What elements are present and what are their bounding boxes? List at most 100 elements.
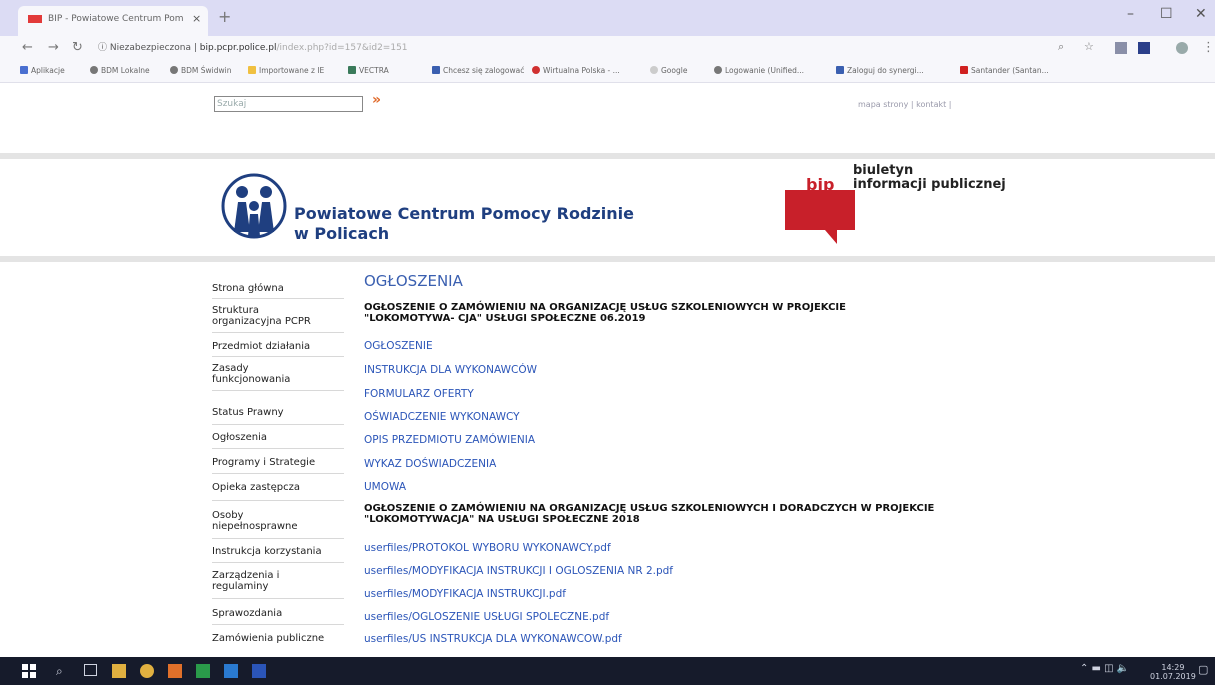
zoom-icon[interactable]: ⌕ [1058, 40, 1064, 54]
sidebar-divider [212, 332, 344, 333]
document-link[interactable]: OGŁOSZENIE [364, 340, 433, 352]
close-window-icon[interactable]: ✕ [1195, 6, 1207, 22]
apps-icon [20, 66, 28, 74]
wp-icon [532, 66, 540, 74]
bookmark-star-icon[interactable]: ☆ [1084, 40, 1094, 53]
profile-icon[interactable] [1176, 42, 1188, 54]
task-view-icon[interactable] [84, 664, 97, 676]
sidebar-divider [212, 562, 344, 563]
sidebar-item-przedmiot[interactable]: Przedmiot działania [212, 341, 342, 352]
sidebar-item-instrukcja[interactable]: Instrukcja korzystania [212, 546, 342, 557]
edge-icon[interactable] [224, 664, 238, 678]
file-explorer-icon[interactable] [112, 664, 126, 678]
search-go-button[interactable]: » [372, 92, 381, 108]
top-links[interactable]: mapa strony | kontakt | [858, 100, 951, 109]
pdf-link[interactable]: userfiles/MODYFIKACJA INSTRUKCJI I OGLOS… [364, 565, 673, 577]
header-divider [0, 153, 1215, 159]
word-icon[interactable] [252, 664, 266, 678]
reload-icon[interactable]: ↻ [72, 40, 83, 55]
sidebar-item-status[interactable]: Status Prawny [212, 407, 342, 418]
bip-wordmark: bip [806, 175, 835, 194]
sidebar-item-sprawozdania[interactable]: Sprawozdania [212, 608, 342, 619]
globe-icon [90, 66, 98, 74]
bookmarks-bar: Aplikacje BDM Lokalne BDM Świdwin Import… [0, 62, 1215, 83]
search-icon[interactable]: ⌕ [56, 664, 70, 678]
sidebar-divider [212, 298, 344, 299]
windows-start-icon[interactable] [22, 664, 36, 678]
bookmark-item[interactable]: Zaloguj do synergi... [836, 66, 924, 75]
bip-label: biuletyn informacji publicznej [853, 163, 1006, 192]
url-field[interactable]: ⓘ Niezabezpieczona | bip.pcpr.police.pl/… [98, 39, 1098, 58]
pdf-link[interactable]: userfiles/PROTOKOL WYBORU WYKONAWCY.pdf [364, 542, 611, 554]
sidebar-divider [212, 448, 344, 449]
new-tab-button[interactable]: + [218, 7, 231, 26]
forward-icon[interactable]: → [48, 40, 59, 55]
bookmark-item[interactable]: Wirtualna Polska - ... [532, 66, 620, 75]
tab-close-icon[interactable]: × [192, 6, 201, 32]
sidebar-divider [212, 424, 344, 425]
sidebar-item-programy[interactable]: Programy i Strategie [212, 457, 342, 468]
sidebar-item-zasady[interactable]: Zasady funkcjonowania [212, 363, 292, 385]
bookmark-item[interactable]: BDM Świdwin [170, 66, 232, 75]
url-path: /index.php?id=157&id2=151 [276, 43, 408, 53]
excel-icon[interactable] [196, 664, 210, 678]
bookmark-item[interactable]: Importowane z IE [248, 66, 324, 75]
page-title: OGŁOSZENIA [364, 272, 463, 290]
clock[interactable]: 14:29 01.07.2019 [1150, 663, 1196, 681]
pdf-link[interactable]: userfiles/US INSTRUKCJA DLA WYKONAWCOW.p… [364, 633, 622, 645]
bookmark-item[interactable]: Santander (Santan... [960, 66, 1049, 75]
bookmark-item[interactable]: Logowanie (Unified... [714, 66, 804, 75]
pcpr-logo-icon [221, 173, 287, 239]
header-divider [0, 256, 1215, 262]
sidebar-divider [212, 390, 344, 391]
sidebar-item-zamowienia[interactable]: Zamówienia publiczne [212, 633, 342, 644]
minimize-icon[interactable]: – [1127, 6, 1134, 22]
security-label: Niezabezpieczona [109, 43, 192, 53]
globe-icon [170, 66, 178, 74]
info-icon: ⓘ [98, 43, 110, 53]
document-link[interactable]: INSTRUKCJA DLA WYKONAWCÓW [364, 364, 537, 376]
document-link[interactable]: OPIS PRZEDMIOTU ZAMÓWIENIA [364, 434, 535, 446]
sidebar-divider [212, 598, 344, 599]
windows-taskbar: ⌕ ⌃ ▬ ◫ 🔈 14:29 01.07.2019 ▢ [0, 657, 1215, 685]
sidebar-item-zarzadzenia[interactable]: Zarządzenia i regulaminy [212, 570, 292, 592]
browser-tab[interactable]: BIP - Powiatowe Centrum Pomo × [18, 6, 208, 36]
system-tray-icons[interactable]: ⌃ ▬ ◫ 🔈 [1080, 663, 1129, 674]
document-link[interactable]: UMOWA [364, 481, 406, 493]
bip-favicon-icon [28, 15, 42, 23]
sidebar-divider [212, 624, 344, 625]
document-link[interactable]: WYKAZ DOŚWIADCZENIA [364, 458, 496, 470]
login-icon [432, 66, 440, 74]
sidebar-divider [212, 473, 344, 474]
google-icon [650, 66, 658, 74]
sidebar-divider [212, 356, 344, 357]
org-name: Powiatowe Centrum Pomocy Rodzinie w Poli… [294, 204, 634, 243]
sidebar-item-struktura[interactable]: Struktura organizacyjna PCPR [212, 305, 312, 327]
extension-icon[interactable] [1138, 42, 1150, 54]
sidebar-item-ogloszenia[interactable]: Ogłoszenia [212, 432, 342, 443]
bookmark-item[interactable]: Chcesz się zalogować [432, 66, 524, 75]
bookmark-item[interactable]: Google [650, 66, 687, 75]
document-link[interactable]: FORMULARZ OFERTY [364, 388, 474, 400]
document-link[interactable]: OŚWIADCZENIE WYKONAWCY [364, 411, 520, 423]
bookmark-item[interactable]: Aplikacje [20, 66, 65, 75]
pdf-link[interactable]: userfiles/MODYFIKACJA INSTRUKCJI.pdf [364, 588, 566, 600]
sidebar-item-strona-glowna[interactable]: Strona główna [212, 283, 342, 294]
chrome-icon[interactable] [140, 664, 154, 678]
back-icon[interactable]: ← [22, 40, 33, 55]
bookmark-item[interactable]: VECTRA [348, 66, 389, 75]
extension-icon[interactable] [1115, 42, 1127, 54]
sidebar-item-osoby[interactable]: Osoby niepełnosprawne [212, 510, 298, 532]
sidebar-item-opieka[interactable]: Opieka zastępcza [212, 482, 342, 493]
menu-icon[interactable]: ⋮ [1202, 40, 1215, 55]
outlook-icon[interactable] [168, 664, 182, 678]
notifications-icon[interactable]: ▢ [1198, 663, 1208, 676]
maximize-icon[interactable]: ☐ [1160, 6, 1173, 22]
santander-icon [960, 66, 968, 74]
bookmark-item[interactable]: BDM Lokalne [90, 66, 150, 75]
globe-icon [714, 66, 722, 74]
pdf-link[interactable]: userfiles/OGLOSZENIE USŁUGI SPOLECZNE.pd… [364, 611, 609, 623]
search-input[interactable]: Szukaj [214, 96, 363, 112]
browser-tab-bar: BIP - Powiatowe Centrum Pomo × + – ☐ ✕ [0, 0, 1215, 36]
sidebar-divider [212, 500, 344, 501]
